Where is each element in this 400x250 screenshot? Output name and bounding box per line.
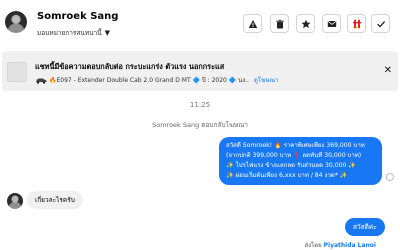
notice-title: แชทนี้มีข้อความตอบกลับต่อ กระบะแกร่ง ตัว… [35,62,225,71]
contact-name[interactable]: Somroek Sang [37,11,118,22]
spam-icon [352,19,361,28]
notice-detail: 🔥E097 - Extender Double Cab 2.0 Grand D … [35,75,278,85]
message-line: ✨ โปรไฟแรง ข้างแลกลด รับส่วนลด 30,000 ✨ [226,162,356,169]
spam-button[interactable] [347,14,366,33]
star-icon [301,19,310,28]
message-line: สวัสดี Somroek! 🔥 ราคาพิเศษเพียง 369,000… [226,142,365,149]
message-timestamp: 11:25 [189,101,211,109]
ad-reply-notice: แชทนี้มีข้อความตอบกลับต่อ กระบะแกร่ง ตัว… [2,51,398,91]
envelope-icon [327,20,336,27]
chevron-down-icon: ▼ [104,29,111,37]
star-button[interactable] [296,14,315,33]
alert-icon [248,19,257,28]
mark-unread-button[interactable] [322,14,341,33]
ad-thumbnail [7,62,27,82]
ad-car-text: 🔥E097 - Extender Double Cab 2.0 Grand D … [49,77,249,84]
contact-avatar[interactable] [5,11,27,33]
outgoing-message-bubble[interactable]: สวัสดี Somroek! 🔥 ราคาพิเศษเพียง 369,000… [219,137,382,185]
ad-reply-system-note: Somroek Sang ตอบกลับโฆษณา [152,121,248,129]
assign-conversation-dropdown[interactable]: มอบหมายการสนทนานี้ ▼ [37,28,110,38]
car-icon [36,78,47,84]
close-icon[interactable]: ✕ [384,65,392,76]
trash-icon [275,19,284,28]
mark-done-button[interactable] [371,14,390,33]
alert-button[interactable] [243,14,262,33]
read-receipt-icon [386,173,394,181]
contact-avatar [7,193,23,209]
sent-by-line: ส่งโดย Piyathida Lanoi [304,240,376,250]
delete-button[interactable] [270,14,289,33]
view-ad-link[interactable]: ดูโฆษณา [254,75,278,85]
check-icon [376,20,385,28]
incoming-message-bubble[interactable]: เกี่ยวละไรครับ [27,191,83,209]
sender-name[interactable]: Piyathida Lanoi [324,242,376,249]
outgoing-message-bubble[interactable]: สวัสดีค่ะ [345,218,385,236]
message-line: (จากปกติ 399,000 บาท ❗ ลดทันที 30,000 บา… [226,152,362,159]
assign-label: มอบหมายการสนทนานี้ [37,29,102,37]
conversation-header: Somroek Sang มอบหมายการสนทนานี้ ▼ [0,0,400,46]
sent-by-label: ส่งโดย [304,242,322,249]
message-line: ✨ ผ่อนเริ่มต้นเพียง 6,xxx บาท / 84 งวด* … [226,172,348,179]
